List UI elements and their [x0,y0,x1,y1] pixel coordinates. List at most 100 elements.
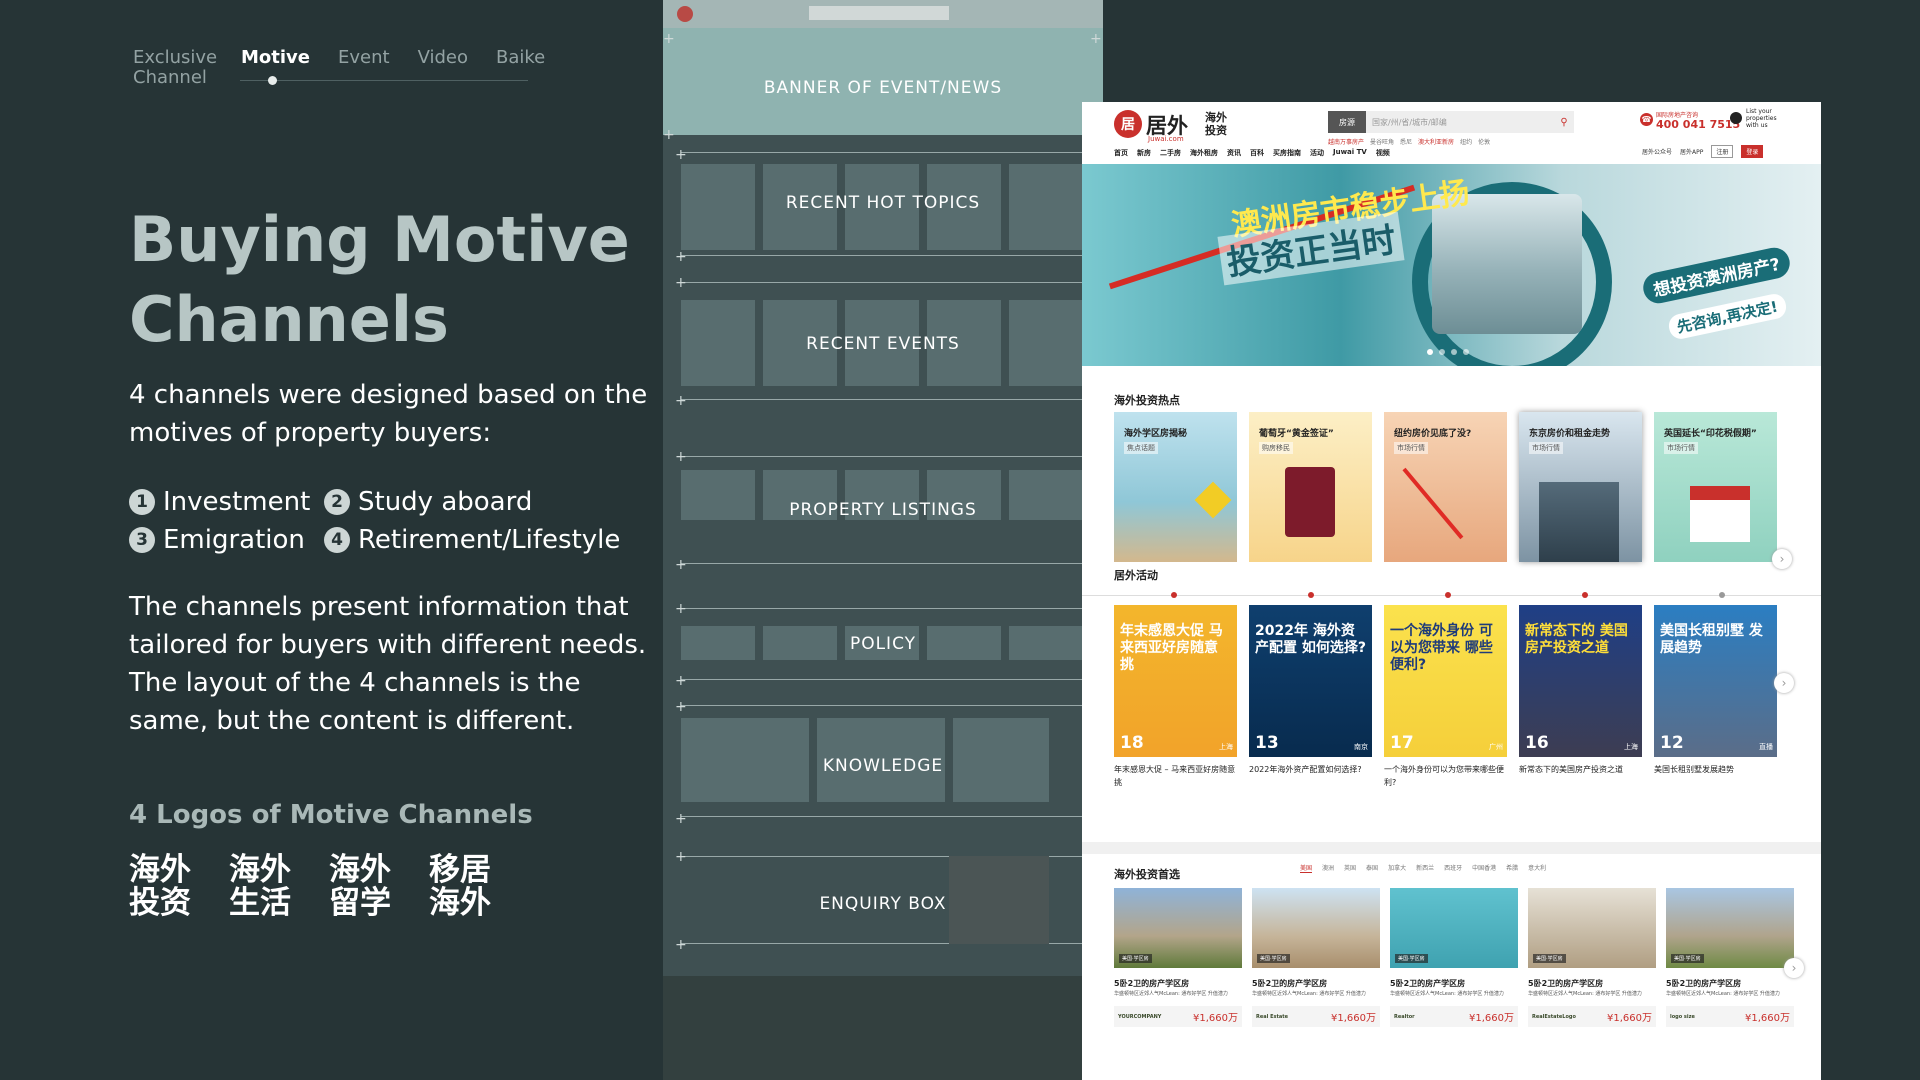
hot-tag-link[interactable]: 悉尼 [1400,137,1412,146]
tab-country[interactable]: 加拿大 [1388,863,1406,873]
list-property-icon [1730,112,1742,124]
search-type-select[interactable]: 房源 [1328,111,1366,133]
login-button[interactable]: 登录 [1741,145,1764,158]
nav-item[interactable]: 视频 [1376,148,1390,158]
tab-country[interactable]: 西班牙 [1444,863,1462,873]
nav-item[interactable]: 百科 [1250,148,1264,158]
carousel-dot[interactable] [1427,349,1433,355]
tab-country[interactable]: 中国香港 [1472,863,1496,873]
passport-image [1285,467,1335,537]
hot-topic-card[interactable]: 葡萄牙“黄金签证” 购房移民 [1249,412,1372,562]
nav-item[interactable]: 新房 [1137,148,1151,158]
search-icon[interactable]: ⚲ [1554,111,1574,133]
carousel-dot[interactable] [1439,349,1445,355]
register-button[interactable]: 注册 [1711,145,1734,158]
search-input[interactable]: 国家/州/省/城市/邮编 [1366,111,1554,133]
plus-marker: + [1090,31,1102,47]
property-badge: 美国·学区房 [1671,954,1704,963]
tab-country[interactable]: 澳洲 [1322,863,1334,873]
events-title: 居外活动 [1114,569,1158,582]
property-footer: RealEstateLogo ¥1,660万 [1528,1006,1656,1027]
event-city: 上海 [1624,743,1638,751]
hot-topic-card[interactable]: 纽约房价见底了没? 市场行情 [1384,412,1507,562]
hero-banner[interactable]: 澳洲房市稳步上扬 投资正当时 想投资澳洲房产? 先咨询,再决定! [1082,164,1821,366]
property-card[interactable]: 美国·学区房 5卧2卫的房产学区房 华盛顿特区近郊人气McLean: 通布好学区… [1252,888,1380,1027]
tab-country[interactable]: 美国 [1300,863,1313,873]
next-arrow-icon[interactable]: › [1772,549,1792,569]
tab-baike[interactable]: Baike [496,48,545,88]
event-card[interactable]: 2022年 海外资产配置 如何选择? 13 南京 2022年海外资产配置如何选择… [1249,605,1372,789]
tab-country[interactable]: 意大利 [1528,863,1546,873]
hot-tag-link[interactable]: 纽约 [1460,137,1472,146]
event-city: 直播 [1759,743,1773,751]
property-description: 华盛顿特区近郊人气McLean: 通布好学区 升值潜力 [1390,991,1504,997]
brand-domain: Juwai.com [1148,135,1184,143]
nav-item[interactable]: 活动 [1310,148,1324,158]
card-tag: 购房移民 [1259,442,1293,454]
property-price: ¥1,660万 [1193,1013,1238,1024]
next-arrow-icon[interactable]: › [1774,673,1794,693]
juwai-logo-icon[interactable]: 居 [1114,110,1142,138]
nav-item[interactable]: Juwai TV [1333,148,1367,158]
banner-cta[interactable]: 先咨询,再决定! [1666,291,1788,342]
carousel-dot[interactable] [1451,349,1457,355]
card-title: 英国延长“印花税假期” [1664,429,1757,439]
tab-event[interactable]: Event [338,48,390,88]
next-arrow-icon[interactable]: › [1784,958,1804,978]
number-badge: 4 [324,527,350,553]
event-card[interactable]: 年末感恩大促 马来西亚好房随意挑 18 上海 年末感恩大促 – 马来西亚好房随意… [1114,605,1237,789]
hot-topic-card[interactable]: 英国延长“印花税假期” 市场行情 [1654,412,1777,562]
tab-country[interactable]: 希腊 [1506,863,1518,873]
plus-marker: + [675,449,687,465]
property-card[interactable]: 美国·学区房 5卧2卫的房产学区房 华盛顿特区近郊人气McLean: 通布好学区… [1114,888,1242,1027]
falling-arrow-image [1402,467,1464,540]
carousel-dot[interactable] [1463,349,1469,355]
logo-study-abroad: 海外 留学 [329,852,391,921]
list-property-text: List your properties with us [1746,108,1777,129]
wireframe-panel: BANNER OF EVENT/NEWS RECENT HOT TOPICS R… [663,0,1103,1080]
hot-tag-link[interactable]: 越南万事房产 [1328,137,1364,146]
calendar-image [1690,486,1750,542]
property-footer: Realtor ¥1,660万 [1390,1006,1518,1027]
tab-country[interactable]: 泰国 [1366,863,1378,873]
nav-item[interactable]: 资讯 [1227,148,1241,158]
hot-tag-link[interactable]: 伦敦 [1478,137,1490,146]
event-card[interactable]: 美国长租别墅 发展趋势 12 直播 美国长租别墅发展趋势 [1654,605,1777,789]
property-card[interactable]: 美国·学区房 5卧2卫的房产学区房 华盛顿特区近郊人气McLean: 通布好学区… [1528,888,1656,1027]
hot-topic-card[interactable]: 海外学区房揭秘 焦点话题 [1114,412,1237,562]
nav-item[interactable]: 二手房 [1160,148,1181,158]
motive-list: 1 Investment 2 Study aboard 3 Emigration 4R… [129,483,669,559]
motive-label: Study aboard [358,487,533,517]
logos-heading: 4 Logos of Motive Channels [129,800,533,830]
search-bar: 房源 国家/州/省/城市/邮编 ⚲ [1328,111,1574,133]
wechat-link[interactable]: 居外公众号 [1642,147,1672,156]
event-card[interactable]: 一个海外身份 可以为您带来 哪些便利? 17 广州 一个海外身份可以为您带来哪些… [1384,605,1507,789]
motive-label: Investment [163,487,311,517]
tab-exclusive-channel[interactable]: Exclusive Channel [133,48,217,88]
hot-tag-link[interactable]: 澳大利亚新房 [1418,137,1454,146]
event-poster-title: 2022年 海外资产配置 如何选择? [1255,623,1366,656]
hotline-number[interactable]: 400 041 7515 [1656,118,1740,131]
property-title: 5卧2卫的房产学区房 [1252,979,1328,988]
event-card[interactable]: 新常态下的 美国房产投资之道 16 上海 新常态下的美国房产投资之道 [1519,605,1642,789]
property-card[interactable]: 美国·学区房 5卧2卫的房产学区房 华盛顿特区近郊人气McLean: 通布好学区… [1390,888,1518,1027]
nav-item[interactable]: 海外租房 [1190,148,1218,158]
hot-topic-card[interactable]: 东京房价和租金走势 市场行情 [1519,412,1642,562]
hot-tag-link[interactable]: 曼谷旺角 [1370,137,1394,146]
nav-item[interactable]: 买房指南 [1273,148,1301,158]
app-link[interactable]: 居外APP [1680,147,1703,156]
property-card[interactable]: 美国·学区房 5卧2卫的房产学区房 华盛顿特区近郊人气McLean: 通布好学区… [1666,888,1794,1027]
property-photo: 美国·学区房 [1528,888,1656,968]
event-date: 16 [1525,733,1549,753]
nav-item[interactable]: 首页 [1114,148,1128,158]
card-title: 葡萄牙“黄金签证” [1259,429,1334,439]
main-nav: 首页 新房 二手房 海外租房 资讯 百科 买房指南 活动 Juwai TV 视频 [1114,148,1390,158]
event-poster: 一个海外身份 可以为您带来 哪些便利? 17 广州 [1384,605,1507,757]
intro-text: 4 channels were designed based on the mo… [129,380,648,448]
tab-country[interactable]: 英国 [1344,863,1356,873]
agent-logo: RealEstateLogo [1532,1013,1576,1020]
events-row: 年末感恩大促 马来西亚好房随意挑 18 上海 年末感恩大促 – 马来西亚好房随意… [1114,605,1777,789]
tab-video[interactable]: Video [418,48,468,88]
tab-country[interactable]: 新西兰 [1416,863,1434,873]
property-description: 华盛顿特区近郊人气McLean: 通布好学区 升值潜力 [1528,991,1642,997]
